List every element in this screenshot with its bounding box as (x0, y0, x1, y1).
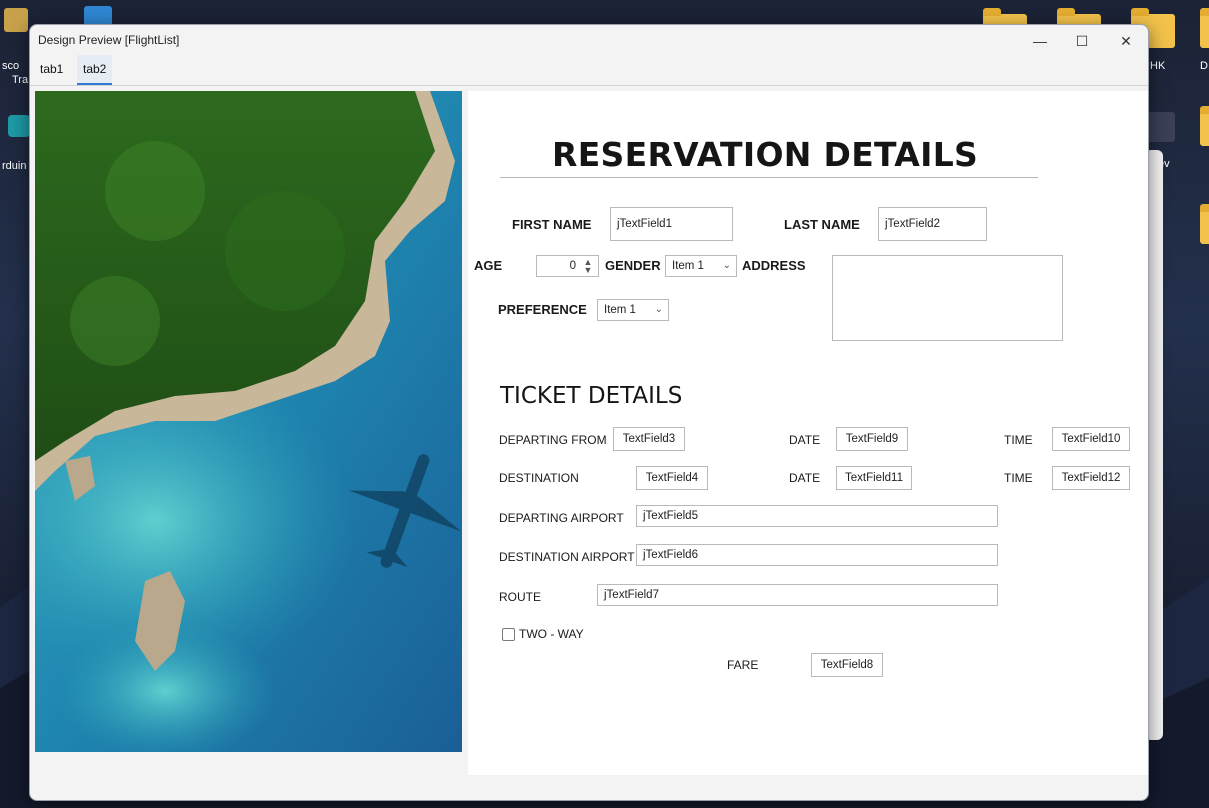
minimize-button[interactable]: — (1022, 29, 1058, 53)
chevron-down-icon: ⌄ (722, 260, 731, 271)
desktop-arduino-icon[interactable] (8, 115, 30, 137)
gender-value: Item 1 (672, 260, 704, 272)
date-label: DATE (789, 471, 821, 485)
window-title: Design Preview [FlightList] (38, 33, 180, 47)
route-field[interactable]: jTextField7 (597, 584, 998, 606)
date-label: DATE (789, 433, 821, 447)
desktop-vscode-icon[interactable] (84, 6, 112, 26)
departing-from-label: DEPARTING FROM (499, 433, 607, 447)
chevron-down-icon: ⌄ (654, 304, 663, 315)
last-name-field[interactable]: jTextField2 (878, 207, 987, 241)
tab-tab1[interactable]: tab1 (34, 55, 69, 83)
gender-select[interactable]: Item 1 ⌄ (665, 255, 737, 277)
desktop-app-icon[interactable] (4, 8, 28, 32)
date-field[interactable]: TextField9 (836, 427, 908, 451)
destination-airport-label: DESTINATION AIRPORT (499, 550, 635, 564)
age-spinner[interactable]: 0 ▲ ▼ (536, 255, 599, 277)
desktop-label: rduin (2, 160, 27, 172)
tab-tab2[interactable]: tab2 (77, 55, 113, 85)
desktop-label: HK (1150, 60, 1166, 72)
island-photo (35, 91, 462, 752)
title-bar[interactable]: Design Preview [FlightList] — ☐ ✕ (30, 25, 1148, 55)
destination-airport-field[interactable]: jTextField6 (636, 544, 998, 566)
reservation-heading: RESERVATION DETAILS (552, 135, 979, 174)
island-photo-image (35, 91, 462, 752)
close-button[interactable]: ✕ (1108, 29, 1144, 53)
fare-field[interactable]: TextField8 (811, 653, 883, 677)
preference-select[interactable]: Item 1 ⌄ (597, 299, 669, 321)
address-label: ADDRESS (742, 258, 806, 273)
destination-label: DESTINATION (499, 471, 579, 485)
preference-value: Item 1 (604, 304, 636, 316)
fare-label: FARE (727, 658, 759, 672)
two-way-checkbox[interactable] (502, 628, 515, 641)
time-field[interactable]: TextField10 (1052, 427, 1130, 451)
ticket-heading: TICKET DETAILS (500, 383, 683, 409)
departing-from-field[interactable]: TextField3 (613, 427, 685, 451)
date-field[interactable]: TextField11 (836, 466, 912, 490)
up-down-spinner-icon[interactable]: ▲ ▼ (581, 258, 595, 275)
time-label: TIME (1004, 433, 1033, 447)
destination-field[interactable]: TextField4 (636, 466, 708, 490)
route-label: ROUTE (499, 590, 541, 604)
first-name-field[interactable]: jTextField1 (610, 207, 733, 241)
reservation-form-panel: RESERVATION DETAILS FIRST NAME jTextFiel… (468, 91, 1148, 775)
preference-label: PREFERENCE (498, 302, 587, 317)
departing-airport-field[interactable]: jTextField5 (636, 505, 998, 527)
desktop-folder-icon[interactable] (1200, 106, 1209, 146)
time-label: TIME (1004, 471, 1033, 485)
design-preview-window: Design Preview [FlightList] — ☐ ✕ tab1 t… (29, 24, 1149, 801)
heading-divider (500, 177, 1038, 178)
tab-bar: tab1 tab2 (30, 55, 1148, 86)
time-field[interactable]: TextField12 (1052, 466, 1130, 490)
last-name-label: LAST NAME (784, 217, 860, 232)
address-textarea[interactable] (832, 255, 1063, 341)
departing-airport-label: DEPARTING AIRPORT (499, 511, 624, 525)
desktop-label: Tra (12, 74, 29, 86)
maximize-button[interactable]: ☐ (1064, 29, 1100, 53)
first-name-label: FIRST NAME (512, 217, 592, 232)
desktop-folder-icon[interactable] (1200, 8, 1209, 48)
gender-label: GENDER (605, 258, 661, 273)
desktop-label: D (1200, 60, 1208, 72)
age-label: AGE (474, 258, 503, 273)
two-way-label: TWO - WAY (519, 627, 584, 641)
age-value: 0 (569, 260, 576, 272)
desktop-label: sco (2, 60, 20, 72)
desktop-folder-icon[interactable] (1200, 204, 1209, 244)
